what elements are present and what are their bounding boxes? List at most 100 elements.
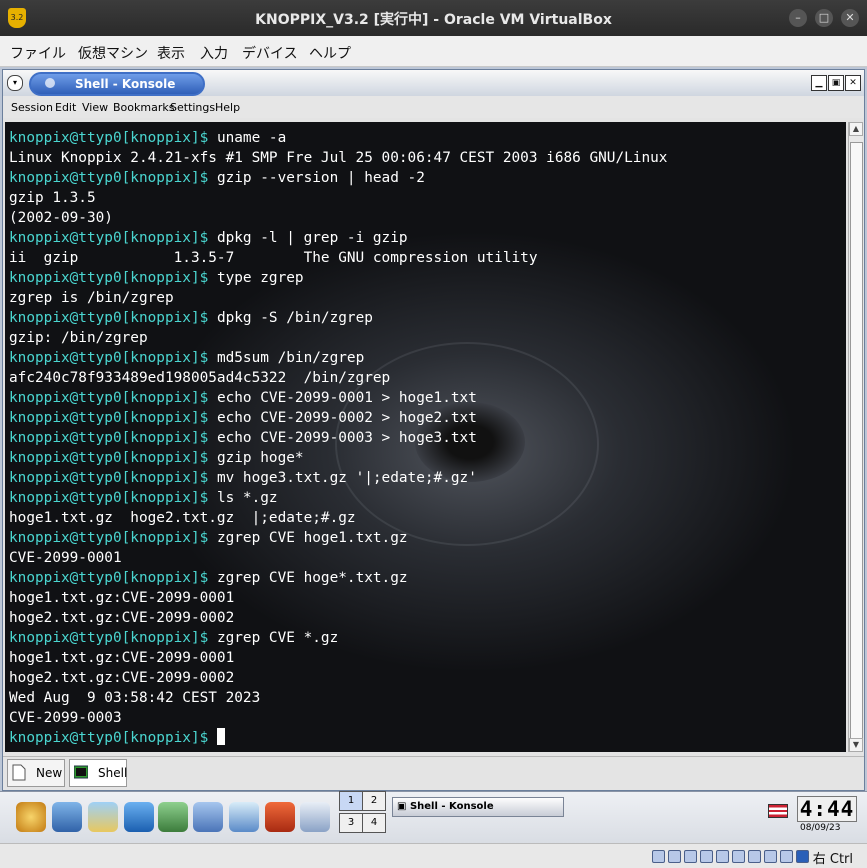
menu-view-konsole[interactable]: View: [82, 101, 108, 114]
menu-machine[interactable]: 仮想マシン: [78, 43, 148, 63]
pager-desktop-4[interactable]: 4: [362, 813, 386, 833]
konsole-menubar: Session Edit View Bookmarks Settings Hel…: [3, 96, 864, 118]
writer-icon[interactable]: [300, 802, 330, 832]
date: 08/09/23: [800, 823, 841, 833]
cpu-status-icon[interactable]: [780, 850, 793, 863]
menu-help-konsole[interactable]: Help: [215, 101, 240, 114]
pager-desktop-1[interactable]: 1: [339, 791, 363, 811]
menu-devices[interactable]: デバイス: [242, 43, 298, 63]
line-text: afc240c78f933489ed198005ad4c5322 /bin/zg…: [9, 370, 391, 386]
terminal-command-line: knoppix@ttyp0[knoppix]$ uname -a: [9, 128, 667, 148]
menu-input[interactable]: 入力: [200, 43, 228, 63]
terminal-output-line: hoge1.txt.gz:CVE-2099-0001: [9, 648, 667, 668]
shell-prompt: knoppix@ttyp0[knoppix]$: [9, 630, 209, 646]
scroll-thumb[interactable]: [850, 142, 863, 744]
terminal-command-line: knoppix@ttyp0[knoppix]$ mv hoge3.txt.gz …: [9, 468, 667, 488]
line-text: gzip: /bin/zgrep: [9, 330, 148, 346]
terminal-command-line: knoppix@ttyp0[knoppix]$ md5sum /bin/zgre…: [9, 348, 667, 368]
pager-desktop-3[interactable]: 3: [339, 813, 363, 833]
clock[interactable]: 4:44: [797, 796, 857, 822]
terminal-icon: [74, 765, 88, 779]
host-key-arrow-icon: [796, 850, 809, 863]
terminal-output[interactable]: knoppix@ttyp0[knoppix]$ uname -a Linux Kn…: [5, 122, 846, 752]
shell-prompt: knoppix@ttyp0[knoppix]$: [9, 230, 209, 246]
optical-status-icon[interactable]: [668, 850, 681, 863]
terminal-text: knoppix@ttyp0[knoppix]$ uname -a Linux Kn…: [9, 128, 667, 748]
shell-prompt: knoppix@ttyp0[knoppix]$: [9, 410, 209, 426]
close-icon[interactable]: ✕: [841, 9, 859, 27]
terminal-scrollbar[interactable]: ▲ ▼: [848, 122, 863, 752]
search-icon[interactable]: [229, 802, 259, 832]
menu-edit[interactable]: Edit: [55, 101, 76, 114]
pager-desktop-2[interactable]: 2: [362, 791, 386, 811]
shell-prompt: knoppix@ttyp0[knoppix]$: [9, 130, 209, 146]
keyboard-layout-flag-icon[interactable]: [768, 804, 788, 818]
line-text: uname -a: [208, 130, 287, 146]
line-text: dpkg -S /bin/zgrep: [208, 310, 373, 326]
shell-prompt: knoppix@ttyp0[knoppix]$: [9, 490, 209, 506]
terminal-command-line: knoppix@ttyp0[knoppix]$ zgrep CVE *.gz: [9, 628, 667, 648]
recording-status-icon[interactable]: [764, 850, 777, 863]
k-menu-icon[interactable]: [16, 802, 46, 832]
terminal-output-line: afc240c78f933489ed198005ad4c5322 /bin/zg…: [9, 368, 667, 388]
line-text: md5sum /bin/zgrep: [208, 350, 365, 366]
line-text: ii gzip 1.3.5-7 The GNU compression util…: [9, 250, 538, 266]
menu-settings[interactable]: Settings: [170, 101, 215, 114]
terminal-output-line: gzip 1.3.5: [9, 188, 667, 208]
shell-tab-label: Shell: [98, 766, 128, 780]
menu-file[interactable]: ファイル: [10, 43, 66, 63]
menu-help[interactable]: ヘルプ: [309, 43, 351, 63]
line-text: hoge1.txt.gz hoge2.txt.gz |;edate;#.gz: [9, 510, 356, 526]
terminal-command-line: knoppix@ttyp0[knoppix]$ dpkg -l | grep -…: [9, 228, 667, 248]
maximize-icon[interactable]: □: [815, 9, 833, 27]
terminal-output-line: hoge1.txt.gz:CVE-2099-0001: [9, 588, 667, 608]
shell-prompt: knoppix@ttyp0[knoppix]$: [9, 530, 209, 546]
taskbar-konsole-icon: ▣: [397, 801, 407, 812]
title-dot-icon: [45, 78, 55, 88]
shell-prompt: knoppix@ttyp0[knoppix]$: [9, 270, 209, 286]
shared-folder-status-icon[interactable]: [732, 850, 745, 863]
office-icon[interactable]: [265, 802, 295, 832]
hdd-status-icon[interactable]: [652, 850, 665, 863]
konsole-window: ▾ Shell - Konsole ▁ ▣ ✕ Session Edit Vie…: [2, 69, 865, 791]
konsole-titlebar: ▾ Shell - Konsole ▁ ▣ ✕: [3, 70, 864, 96]
menu-session[interactable]: Session: [11, 101, 53, 114]
konqueror-icon[interactable]: [124, 802, 154, 832]
konsole-tabbar: New Shell: [3, 756, 864, 789]
shell-prompt: knoppix@ttyp0[knoppix]$: [9, 170, 209, 186]
shell-prompt: knoppix@ttyp0[knoppix]$: [9, 390, 209, 406]
terminal-output-line: hoge2.txt.gz:CVE-2099-0002: [9, 668, 667, 688]
help-icon[interactable]: [193, 802, 223, 832]
control-center-icon[interactable]: [158, 802, 188, 832]
shell-prompt: knoppix@ttyp0[knoppix]$: [9, 430, 209, 446]
terminal-output-line: hoge2.txt.gz:CVE-2099-0002: [9, 608, 667, 628]
line-text: ls *.gz: [208, 490, 278, 506]
line-text: zgrep CVE hoge1.txt.gz: [208, 530, 408, 546]
terminal-command-line: knoppix@ttyp0[knoppix]$ zgrep CVE hoge*.…: [9, 568, 667, 588]
window-list-icon[interactable]: [52, 802, 82, 832]
home-folder-icon[interactable]: [88, 802, 118, 832]
scroll-up-icon[interactable]: ▲: [849, 122, 863, 136]
shell-prompt: knoppix@ttyp0[knoppix]$: [9, 450, 209, 466]
line-text: gzip --version | head -2: [208, 170, 425, 186]
shell-prompt: knoppix@ttyp0[knoppix]$: [9, 730, 209, 746]
new-tab-button[interactable]: New: [7, 759, 65, 787]
shell-prompt: knoppix@ttyp0[knoppix]$: [9, 310, 209, 326]
menu-view[interactable]: 表示: [157, 43, 185, 63]
minimize-icon[interactable]: –: [789, 9, 807, 27]
konsole-maximize-icon[interactable]: ▣: [828, 75, 844, 91]
konsole-close-icon[interactable]: ✕: [845, 75, 861, 91]
konsole-minimize-icon[interactable]: ▁: [811, 75, 827, 91]
network-status-icon[interactable]: [700, 850, 713, 863]
tab-shell[interactable]: Shell: [69, 759, 127, 787]
scroll-down-icon[interactable]: ▼: [849, 738, 863, 752]
line-text: dpkg -l | grep -i gzip: [208, 230, 408, 246]
audio-status-icon[interactable]: [684, 850, 697, 863]
menu-bookmarks[interactable]: Bookmarks: [113, 101, 174, 114]
terminal-output-line: Linux Knoppix 2.4.21-xfs #1 SMP Fre Jul …: [9, 148, 667, 168]
window-menu-icon[interactable]: ▾: [7, 75, 23, 91]
display-status-icon[interactable]: [748, 850, 761, 863]
line-text: CVE-2099-0003: [9, 710, 122, 726]
taskbar-konsole-button[interactable]: ▣ Shell - Konsole: [392, 797, 564, 817]
usb-status-icon[interactable]: [716, 850, 729, 863]
